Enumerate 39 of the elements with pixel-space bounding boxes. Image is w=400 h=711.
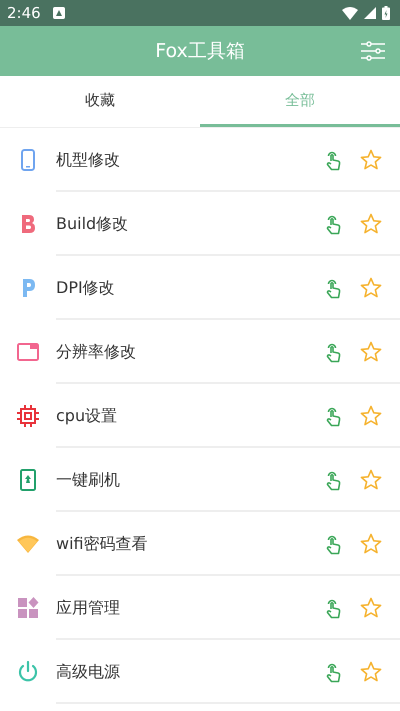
tool-name[interactable]: Build修改 [56, 214, 325, 234]
star-icon[interactable] [360, 277, 382, 299]
tool-name[interactable]: 分辨率修改 [56, 342, 325, 362]
chip-icon [16, 404, 40, 428]
star-icon[interactable] [360, 469, 382, 491]
tap-icon[interactable] [325, 469, 341, 491]
star-icon[interactable] [360, 597, 382, 619]
tap-icon[interactable] [325, 277, 341, 299]
tap-icon[interactable] [325, 149, 341, 171]
star-icon[interactable] [360, 533, 382, 555]
tap-icon[interactable] [325, 597, 341, 619]
status-time: 2:46 [7, 4, 41, 22]
tool-name[interactable]: 一键刷机 [56, 470, 325, 490]
settings-icon[interactable] [361, 41, 385, 61]
window-icon [16, 340, 40, 364]
tap-icon[interactable] [325, 341, 341, 363]
tap-icon[interactable] [325, 405, 341, 427]
tap-icon[interactable] [325, 213, 341, 235]
wifi-signal-icon [342, 6, 358, 20]
power-icon [16, 660, 40, 684]
app-title: Fox工具箱 [155, 39, 245, 64]
tool-name[interactable]: wifi密码查看 [56, 534, 325, 554]
notification-icon [52, 7, 65, 19]
tool-name[interactable]: 应用管理 [56, 598, 325, 618]
tool-name[interactable]: 高级电源 [56, 662, 325, 682]
star-icon[interactable] [360, 149, 382, 171]
star-icon[interactable] [360, 341, 382, 363]
tool-name[interactable]: DPI修改 [56, 278, 325, 298]
apps-icon [16, 596, 40, 620]
cell-signal-icon [364, 7, 376, 19]
star-icon[interactable] [360, 405, 382, 427]
tap-icon[interactable] [325, 533, 341, 555]
tool-name[interactable]: 机型修改 [56, 150, 325, 170]
star-icon[interactable] [360, 213, 382, 235]
tool-name[interactable]: cpu设置 [56, 406, 325, 426]
star-icon[interactable] [360, 661, 382, 683]
battery-icon [382, 6, 390, 20]
tap-icon[interactable] [325, 661, 341, 683]
tab[interactable]: 收藏 [0, 76, 200, 127]
